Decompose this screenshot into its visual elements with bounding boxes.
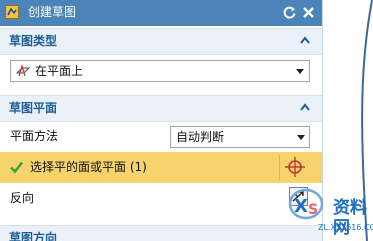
check-icon: [10, 161, 23, 173]
section-header-sketch-orientation[interactable]: 草图方向: [0, 225, 322, 241]
on-plane-icon: [16, 64, 30, 77]
create-sketch-dialog: 创建草图 草图类型 在平面上 草图平面 平面方法 自动判断 选择平的面或平面 (…: [0, 0, 323, 241]
sketch-type-value: 在平面上: [35, 64, 84, 78]
section-label-sketch-plane: 草图平面: [9, 101, 58, 115]
dropdown-arrow-icon[interactable]: [296, 69, 304, 74]
section-header-sketch-type[interactable]: 草图类型: [0, 28, 322, 55]
reset-icon[interactable]: [282, 5, 297, 20]
dropdown-arrow-icon[interactable]: [297, 135, 305, 140]
section-label-sketch-orientation: 草图方向: [9, 231, 58, 241]
divider: [279, 155, 280, 180]
select-face-or-plane-label: 选择平的面或平面 (1): [30, 160, 147, 174]
dialog-titlebar: 创建草图: [0, 0, 322, 26]
plane-method-dropdown[interactable]: 自动判断: [170, 126, 310, 148]
dialog-title: 创建草图: [28, 5, 77, 19]
reverse-direction-label: 反向: [10, 191, 35, 205]
plane-method-label: 平面方法: [10, 129, 59, 143]
svg-text:S: S: [308, 202, 318, 218]
chevron-up-icon[interactable]: [299, 35, 311, 45]
close-icon[interactable]: [301, 5, 316, 20]
sketch-app-icon: [5, 5, 19, 19]
section-label-sketch-type: 草图类型: [9, 34, 58, 48]
sketch-type-dropdown[interactable]: 在平面上: [10, 60, 310, 82]
svg-text:X: X: [294, 196, 308, 217]
plane-method-value: 自动判断: [176, 130, 225, 144]
section-header-sketch-plane[interactable]: 草图平面: [0, 95, 322, 122]
select-face-or-plane-row[interactable]: 选择平的面或平面 (1): [0, 152, 322, 183]
chevron-up-icon[interactable]: [299, 102, 311, 112]
watermark-url: ZL.XS1616.COM: [318, 223, 373, 232]
